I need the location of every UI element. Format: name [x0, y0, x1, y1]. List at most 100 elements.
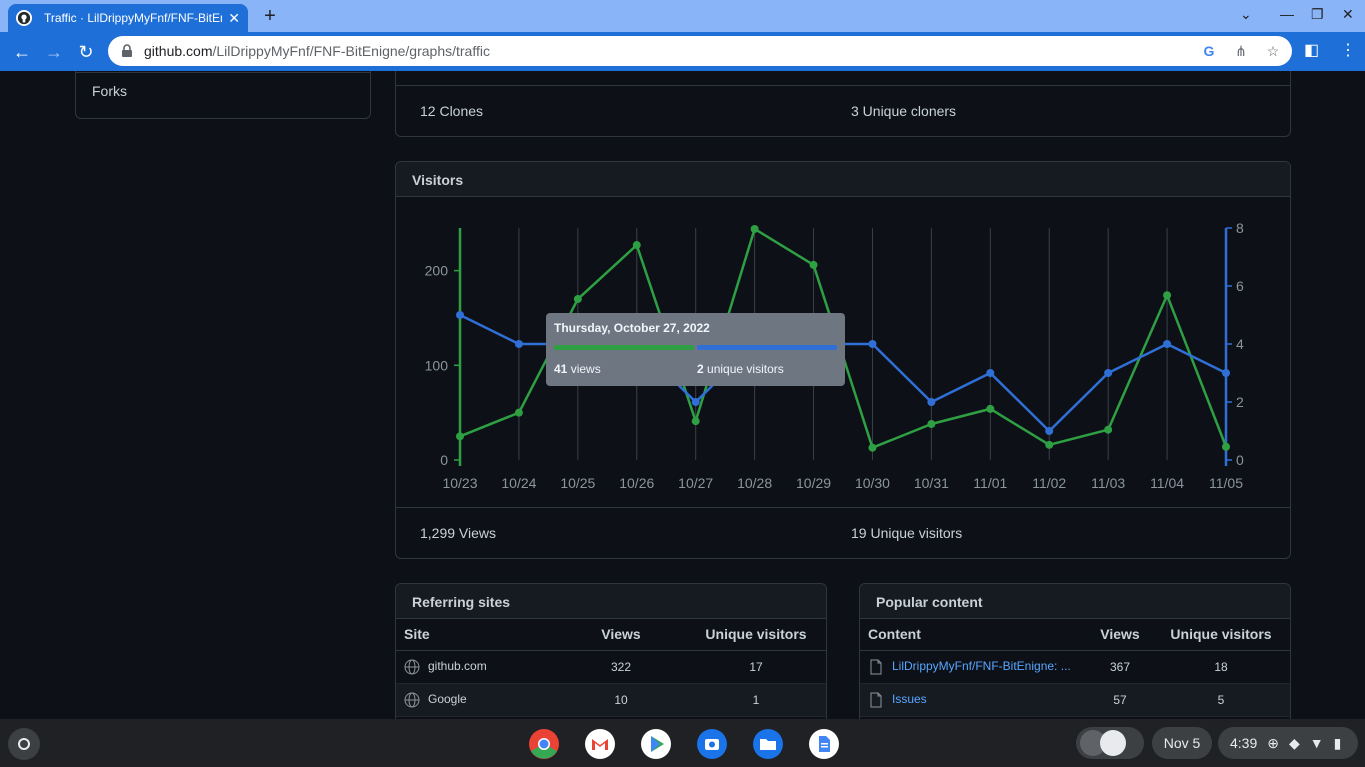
page-content: Forks 12 Clones 3 Unique cloners Visitor… — [0, 71, 1365, 719]
play-store-icon[interactable] — [640, 728, 672, 760]
views-point — [1222, 442, 1230, 451]
col-unique: Unique visitors — [1152, 619, 1290, 651]
unique-visitors-point — [456, 311, 464, 319]
views-point — [1045, 440, 1054, 449]
unique-visitors-point — [927, 398, 936, 406]
url-host: github.com — [144, 43, 213, 59]
network-icon: ◆ — [1288, 734, 1300, 751]
referrer-unique: 17 — [686, 650, 826, 684]
minimize-icon[interactable]: — — [1280, 6, 1294, 22]
globe-icon — [404, 692, 420, 707]
more-menu-icon[interactable]: ⋮ — [1340, 40, 1356, 60]
tooltip-unique-label: unique visitors — [707, 362, 784, 376]
views-point — [809, 260, 818, 269]
tooltip-unique-count: 2 — [697, 362, 704, 376]
globe-icon — [404, 659, 420, 674]
unique-visitors-point — [691, 398, 700, 406]
google-icon[interactable]: G — [1200, 42, 1218, 60]
views-point — [1104, 425, 1113, 434]
docs-app-icon[interactable] — [808, 728, 840, 760]
referrer-views: 322 — [556, 650, 686, 684]
table-row: LilDrippyMyFnf/FNF-BitEnigne: ... 367 18 — [860, 650, 1290, 684]
x-tick-label: 10/23 — [442, 475, 477, 491]
referring-sites-title: Referring sites — [396, 584, 826, 619]
x-tick-label: 10/31 — [914, 475, 949, 491]
x-tick-label: 11/03 — [1091, 475, 1125, 491]
col-content: Content — [860, 619, 1088, 651]
referring-sites-panel: Referring sites Site Views Unique visito… — [395, 583, 827, 719]
views-point — [456, 432, 464, 441]
content-unique: 5 — [1152, 683, 1290, 717]
status-tray[interactable]: 4:39 ⊕ ◆ ▼ ▮ — [1218, 727, 1358, 759]
right-tick-label: 8 — [1236, 220, 1244, 236]
forward-arrow-icon[interactable]: → — [42, 40, 66, 64]
os-shelf: Nov 5 4:39 ⊕ ◆ ▼ ▮ — [0, 719, 1365, 767]
content-unique: 18 — [1152, 650, 1290, 684]
content-views: 57 — [1088, 683, 1152, 717]
reload-icon[interactable]: ↻ — [74, 40, 98, 64]
tooltip-unique-swatch — [697, 345, 837, 350]
new-tab-button[interactable]: + — [258, 4, 282, 28]
x-tick-label: 10/28 — [737, 475, 772, 491]
x-tick-label: 11/05 — [1209, 475, 1243, 491]
table-row: Google 10 1 — [396, 683, 826, 717]
left-tick-label: 100 — [425, 357, 449, 373]
col-unique: Unique visitors — [686, 619, 826, 651]
url-path: /LilDrippyMyFnf/FNF-BitEnigne/graphs/tra… — [212, 43, 490, 59]
tab-title: Traffic · LilDrippyMyFnf/FNF-BitEnigne/g… — [44, 11, 222, 25]
url-text: github.com/LilDrippyMyFnf/FNF-BitEnigne/… — [144, 43, 490, 59]
close-tab-icon[interactable]: ✕ — [228, 10, 240, 27]
x-tick-label: 10/30 — [855, 475, 890, 491]
close-window-icon[interactable]: ✕ — [1342, 6, 1354, 23]
wifi-icon: ▼ — [1309, 735, 1324, 751]
views-point — [986, 404, 995, 413]
browser-tab-strip: Traffic · LilDrippyMyFnf/FNF-BitEnigne/g… — [0, 0, 1365, 32]
col-views: Views — [1088, 619, 1152, 651]
bookmark-star-icon[interactable]: ☆ — [1264, 42, 1282, 60]
col-views: Views — [556, 619, 686, 651]
gmail-app-icon[interactable] — [584, 728, 616, 760]
unique-visitors-point — [1163, 340, 1172, 348]
browser-tab-traffic[interactable]: Traffic · LilDrippyMyFnf/FNF-BitEnigne/g… — [8, 4, 248, 32]
tab-search-icon[interactable]: ⌄ — [1240, 6, 1252, 23]
add-circle-icon: ⊕ — [1267, 734, 1279, 751]
share-icon[interactable]: ⋔ — [1232, 42, 1250, 60]
table-row: Issues 57 5 — [860, 683, 1290, 717]
right-tick-label: 6 — [1236, 278, 1244, 294]
date-tray[interactable]: Nov 5 — [1152, 727, 1212, 759]
popular-content-panel: Popular content Content Views Unique vis… — [859, 583, 1291, 719]
x-tick-label: 10/24 — [501, 475, 536, 491]
holding-space-tray[interactable] — [1076, 727, 1144, 759]
tooltip-views-count: 41 — [554, 362, 568, 376]
launcher-button[interactable] — [8, 728, 40, 760]
content-link[interactable]: LilDrippyMyFnf/FNF-BitEnigne: ... — [892, 659, 1071, 673]
x-tick-label: 10/25 — [560, 475, 595, 491]
views-point — [1163, 291, 1172, 300]
table-row: github.com 322 17 — [396, 650, 826, 684]
files-app-icon[interactable] — [752, 728, 784, 760]
address-bar[interactable]: github.com/LilDrippyMyFnf/FNF-BitEnigne/… — [108, 36, 1292, 66]
views-point — [691, 417, 700, 426]
restore-icon[interactable]: ❐ — [1311, 6, 1324, 23]
unique-visitors-point — [868, 340, 877, 348]
browser-toolbar: ← → ↻ github.com/LilDrippyMyFnf/FNF-BitE… — [0, 32, 1365, 71]
tooltip-date: Thursday, October 27, 2022 — [554, 321, 710, 335]
back-arrow-icon[interactable]: ← — [10, 40, 34, 64]
views-point — [868, 443, 877, 452]
right-tick-label: 0 — [1236, 452, 1244, 468]
unique-visitors-point — [514, 340, 523, 348]
popular-content-title: Popular content — [860, 584, 1290, 619]
referrer-site: Google — [428, 691, 467, 706]
content-link[interactable]: Issues — [892, 692, 927, 706]
col-site: Site — [396, 619, 556, 651]
chrome-app-icon[interactable] — [528, 728, 560, 760]
unique-visitors-point — [986, 369, 995, 377]
tooltip-views-label: views — [570, 362, 601, 376]
battery-icon: ▮ — [1333, 734, 1342, 751]
side-panel-icon[interactable]: ◧ — [1304, 40, 1319, 60]
chart-tooltip: Thursday, October 27, 2022 41 views 2 un… — [546, 313, 845, 386]
lock-icon — [122, 44, 132, 57]
views-point — [573, 295, 582, 304]
right-tick-label: 4 — [1236, 336, 1244, 352]
camera-app-icon[interactable] — [696, 728, 728, 760]
